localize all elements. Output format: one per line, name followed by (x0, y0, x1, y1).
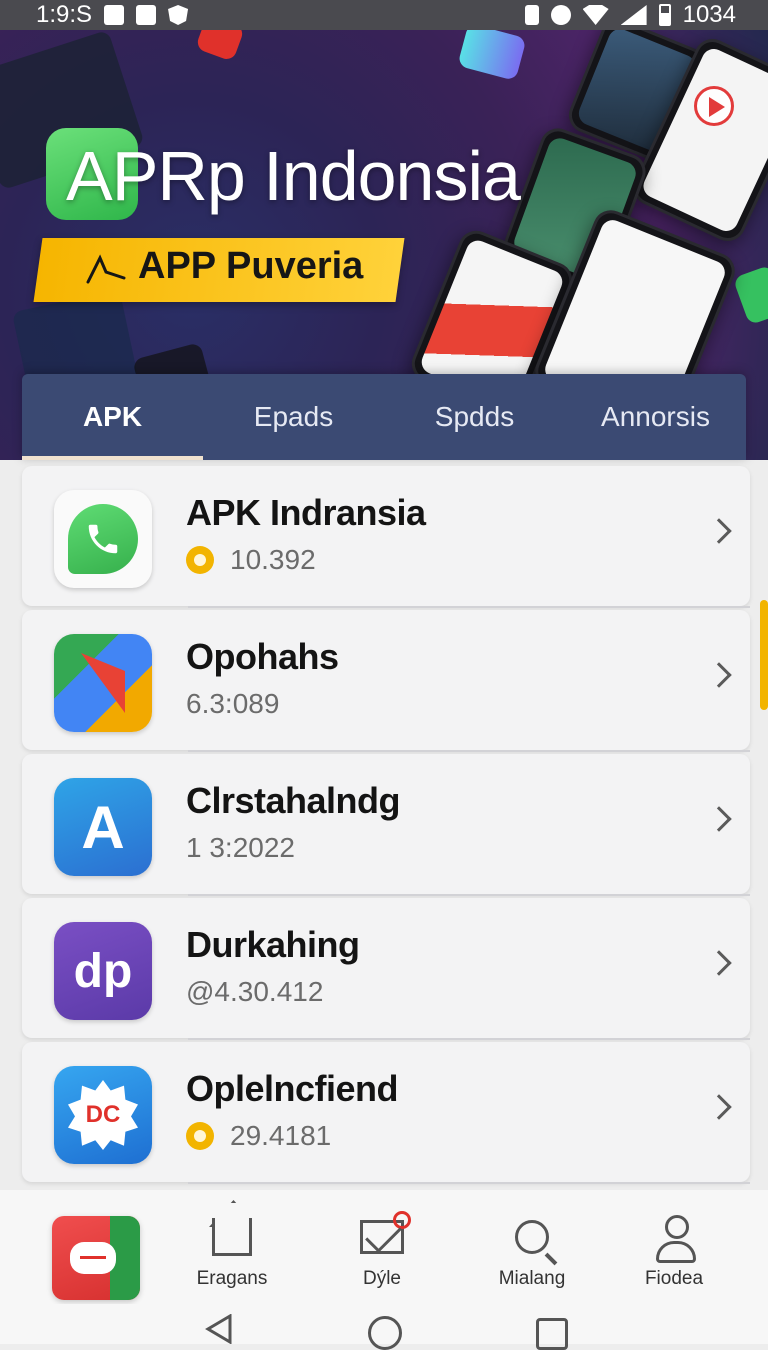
nav-item-dyle[interactable]: Dýle (322, 1211, 442, 1290)
status-time: 1:9:S (36, 1, 93, 28)
chevron-right-icon (706, 806, 732, 832)
app-meta: 6.3:089 (186, 688, 279, 720)
nav-label: Fiodea (644, 1268, 704, 1289)
sim-icon (104, 5, 125, 25)
dc-icon: DC (54, 1066, 152, 1164)
dp-icon: dp (54, 922, 152, 1020)
dc-letters: DC (85, 1101, 121, 1128)
app-meta-text: @4.30.412 (186, 976, 324, 1007)
app-title: Oplelncfiend (186, 1068, 399, 1109)
app-store-icon: A (54, 778, 152, 876)
list-item[interactable]: dp Durkahing @4.30.412 (22, 898, 750, 1040)
list-item[interactable]: APK Indransia 10.392 (22, 466, 750, 608)
document-icon (70, 1242, 116, 1274)
tab-apk[interactable]: APK (22, 374, 203, 460)
nav-label: Dýle (362, 1268, 401, 1289)
nav-item-fiodea[interactable]: Fiodea (614, 1214, 734, 1290)
message-icon (136, 5, 157, 25)
nav-label: Eragans (196, 1268, 268, 1289)
status-left: 1:9:S (36, 1, 189, 29)
list-item[interactable]: DC Oplelncfiend 29.4181 (22, 1042, 750, 1184)
nav-item-mialang[interactable]: Mialang (472, 1214, 592, 1290)
chevron-right-icon (706, 1094, 732, 1120)
battery-icon (658, 4, 671, 26)
tab-spdds[interactable]: Spdds (384, 374, 565, 460)
recents-icon[interactable] (536, 1318, 568, 1350)
wifi-icon (582, 5, 609, 25)
app-list: APK Indransia 10.392 Opohahs 6.3:089 A C… (22, 466, 750, 1186)
notification-dot (393, 1211, 411, 1229)
list-item[interactable]: A Clrstahalndg 1 3:2022 (22, 754, 750, 896)
banner-ribbon-text: APP Puveria (138, 245, 364, 287)
nav-item-eragans[interactable]: Eragans (172, 1214, 292, 1290)
app-title: Clrstahalndg (186, 780, 401, 821)
app-meta: 10.392 (186, 544, 316, 576)
list-item[interactable]: Opohahs 6.3:089 (22, 610, 750, 752)
home-circle-icon[interactable] (368, 1316, 402, 1350)
signal-icon (620, 5, 647, 25)
search-icon (515, 1220, 549, 1254)
banner-deco-tile (457, 30, 527, 82)
bluetooth-icon (524, 5, 539, 25)
scroll-indicator[interactable] (760, 600, 768, 710)
home-icon (212, 1218, 252, 1256)
dp-letters: dp (73, 944, 133, 998)
tab-epads[interactable]: Epads (203, 374, 384, 460)
banner-deco-tile (195, 30, 245, 62)
alarm-icon (550, 5, 571, 25)
shield-icon (168, 5, 189, 25)
maps-icon (54, 634, 152, 732)
pen-icon (86, 254, 126, 284)
banner-title: APRp Indonsia (66, 137, 521, 215)
app-title: APK Indransia (186, 492, 426, 533)
app-title: Durkahing (186, 924, 360, 965)
chevron-right-icon (706, 950, 732, 976)
tab-annorsis[interactable]: Annorsis (565, 374, 746, 460)
app-meta: 1 3:2022 (186, 832, 295, 864)
profile-icon (654, 1215, 696, 1263)
app-title: Opohahs (186, 636, 339, 677)
app-meta-text: 1 3:2022 (186, 832, 295, 863)
app-meta-text: 6.3:089 (186, 688, 280, 719)
badge-icon (186, 546, 214, 574)
status-bar: 1:9:S 1034 (0, 0, 768, 30)
whatsapp-icon (54, 490, 152, 588)
banner-deco-tile (732, 264, 768, 326)
chevron-right-icon (706, 518, 732, 544)
back-icon[interactable] (202, 1314, 236, 1344)
chevron-right-icon (706, 662, 732, 688)
app-meta: 29.4181 (186, 1120, 331, 1152)
app-home-button[interactable] (52, 1216, 140, 1300)
play-icon[interactable] (694, 86, 734, 126)
battery-text: 1034 (682, 1, 736, 28)
badge-icon (186, 1122, 214, 1150)
app-meta-text: 10.392 (230, 544, 316, 575)
app-store-letter: A (81, 793, 125, 861)
app-meta: @4.30.412 (186, 976, 323, 1008)
tab-bar: APK Epads Spdds Annorsis (22, 374, 746, 460)
nav-label: Mialang (498, 1268, 566, 1289)
mail-icon (360, 1211, 411, 1254)
status-right: 1034 (524, 1, 736, 29)
app-meta-text: 29.4181 (230, 1120, 332, 1151)
